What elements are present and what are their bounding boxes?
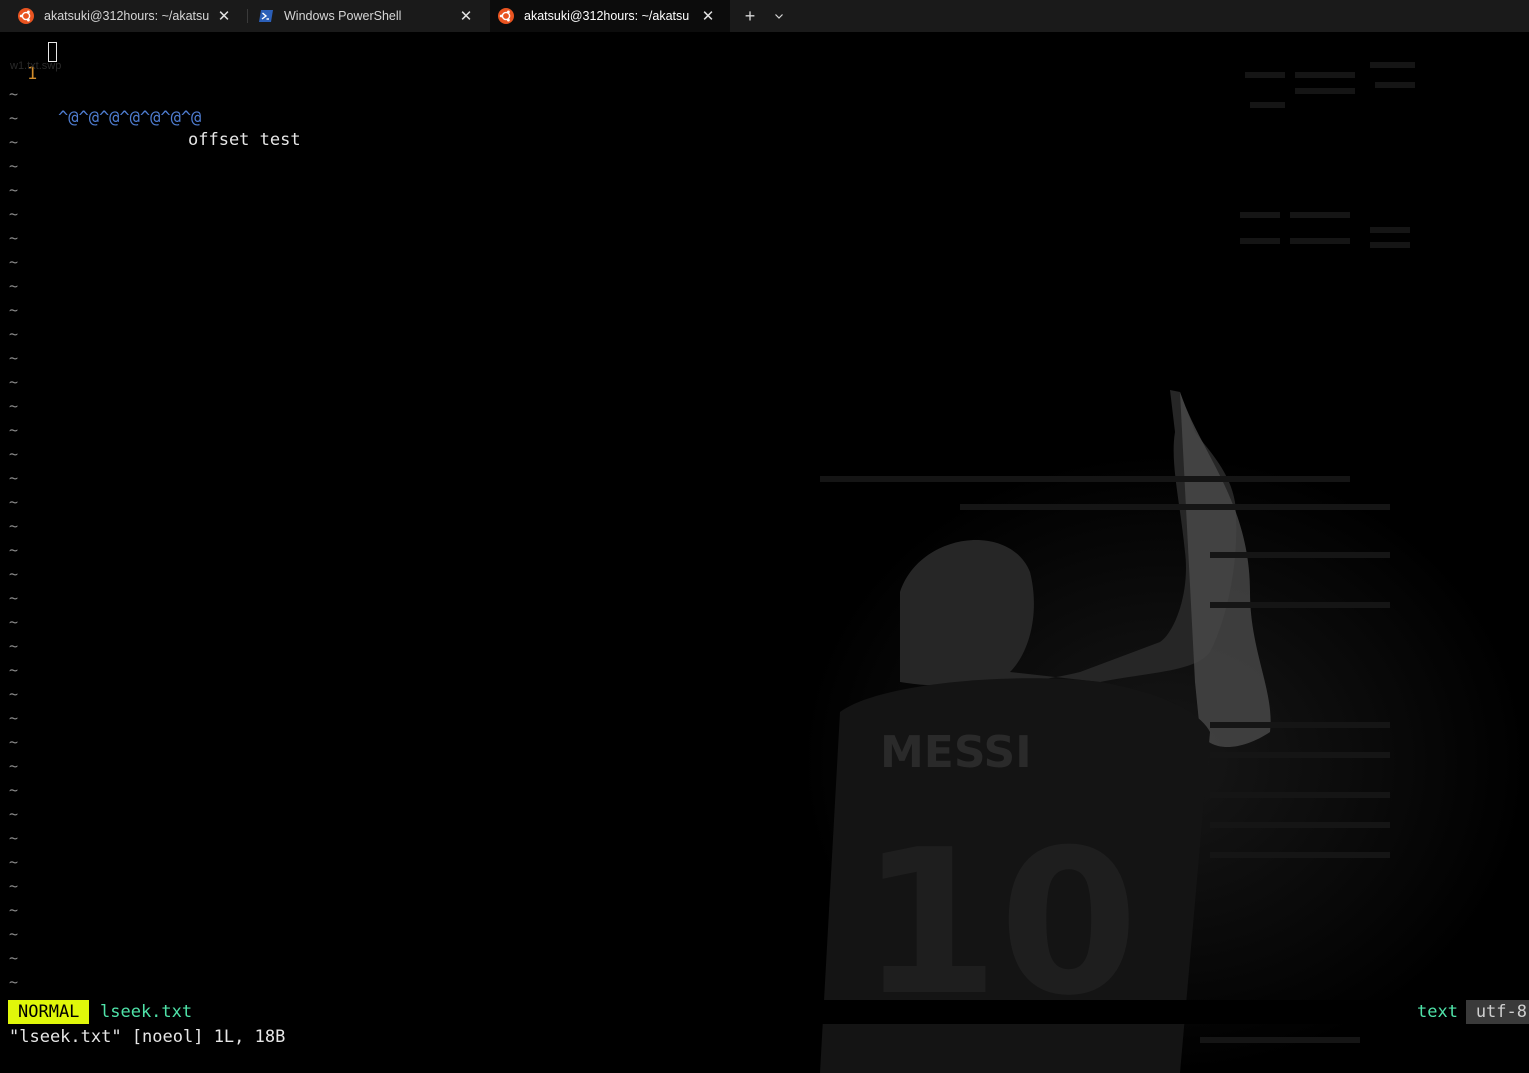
empty-line-marker: ~ — [9, 517, 19, 535]
mode-indicator: NORMAL — [8, 1000, 90, 1024]
terminal-window: akatsuki@312hours: ~/akatsuk ✕ Windows P… — [0, 0, 1529, 1073]
empty-line-marker: ~ — [9, 181, 19, 199]
vim-statusline: NORMAL lseek.txt text utf-8 — [0, 1000, 1529, 1024]
empty-line-marker: ~ — [9, 829, 19, 847]
empty-line-marker: ~ — [9, 805, 19, 823]
empty-line-marker: ~ — [9, 445, 19, 463]
empty-line-marker: ~ — [9, 973, 19, 991]
empty-line-marker: ~ — [9, 397, 19, 415]
powershell-icon — [259, 10, 273, 22]
empty-line-marker: ~ — [9, 85, 19, 103]
ubuntu-icon — [498, 8, 514, 24]
empty-line-marker: ~ — [9, 901, 19, 919]
close-icon[interactable]: ✕ — [216, 8, 232, 25]
empty-line-marker: ~ — [9, 205, 19, 223]
empty-line-marker: ~ — [9, 949, 19, 967]
empty-line-marker: ~ — [9, 109, 19, 127]
empty-line-marker: ~ — [9, 421, 19, 439]
empty-line-marker: ~ — [9, 541, 19, 559]
tab-title: akatsuki@312hours: ~/akatsuk — [44, 9, 210, 23]
text-cursor — [48, 42, 57, 62]
command-message-line: "lseek.txt" [noeol] 1L, 18B — [9, 1027, 286, 1047]
tab-dropdown-button[interactable] — [766, 0, 792, 32]
line-text: offset test — [188, 130, 301, 150]
status-filetype: text — [1417, 1002, 1458, 1022]
tab-title: akatsuki@312hours: ~/akatsu — [524, 9, 690, 23]
tab-ubuntu-active[interactable]: akatsuki@312hours: ~/akatsu ✕ — [490, 0, 730, 32]
empty-line-marker: ~ — [9, 469, 19, 487]
empty-line-marker: ~ — [9, 253, 19, 271]
empty-line-marker: ~ — [9, 709, 19, 727]
editor-line-1: 1 ^@^@^@^@^@^@^@ offset test — [0, 41, 600, 150]
close-icon[interactable]: ✕ — [458, 8, 474, 25]
empty-line-marker: ~ — [9, 277, 19, 295]
close-icon[interactable]: ✕ — [700, 8, 716, 25]
tab-title: Windows PowerShell — [284, 9, 402, 23]
empty-line-marker: ~ — [9, 613, 19, 631]
empty-line-marker: ~ — [9, 493, 19, 511]
plus-icon: + — [744, 5, 756, 26]
empty-line-marker: ~ — [9, 325, 19, 343]
background-wallpaper: MESSI 10 — [800, 62, 1529, 1073]
ubuntu-icon — [18, 8, 34, 24]
chevron-down-icon — [775, 14, 783, 19]
empty-line-marker: ~ — [9, 301, 19, 319]
empty-line-marker: ~ — [9, 373, 19, 391]
empty-line-marker: ~ — [9, 877, 19, 895]
new-tab-button[interactable]: + — [736, 0, 764, 32]
terminal-area[interactable]: MESSI 10 1 ^@^@^@^@^@^@^@ offset test w1… — [0, 32, 1529, 1073]
empty-line-marker: ~ — [9, 853, 19, 871]
empty-line-marker: ~ — [9, 133, 19, 151]
empty-line-marker: ~ — [9, 229, 19, 247]
empty-line-marker: ~ — [9, 781, 19, 799]
empty-line-marker: ~ — [9, 661, 19, 679]
tab-bar: akatsuki@312hours: ~/akatsuk ✕ Windows P… — [0, 0, 1529, 32]
status-filename: lseek.txt — [100, 1002, 193, 1022]
empty-line-marker: ~ — [9, 589, 19, 607]
empty-line-markers: ~ ~ ~ ~ ~ ~ ~ ~ ~ ~ ~ ~ ~ ~ ~ ~ ~ ~ ~ ~ ~ ~ ~ ~ ~ ~ ~ ~ ~ ~ ~ ~ ~ ~ ~ ~ ~ ~ — [9, 82, 18, 994]
status-encoding: utf-8 — [1465, 1000, 1529, 1024]
empty-line-marker: ~ — [9, 349, 19, 367]
control-characters: ^@^@^@^@^@^@^@ — [58, 108, 202, 128]
ghost-text: w1.txt.swp — [10, 60, 62, 72]
empty-line-marker: ~ — [9, 565, 19, 583]
empty-line-marker: ~ — [9, 637, 19, 655]
empty-line-marker: ~ — [9, 733, 19, 751]
empty-line-marker: ~ — [9, 757, 19, 775]
svg-text:MESSI: MESSI — [880, 727, 1032, 778]
empty-line-marker: ~ — [9, 157, 19, 175]
empty-line-marker: ~ — [9, 925, 19, 943]
tab-ubuntu-1[interactable]: akatsuki@312hours: ~/akatsuk ✕ — [0, 0, 246, 32]
tab-powershell[interactable]: Windows PowerShell ✕ — [248, 0, 488, 32]
empty-line-marker: ~ — [9, 685, 19, 703]
